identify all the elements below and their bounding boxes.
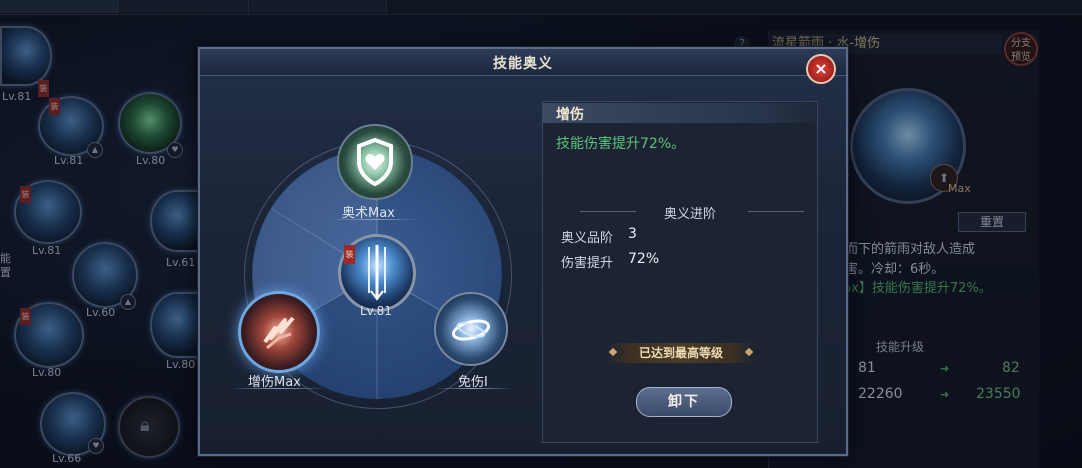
advance-title: 奥义进阶 <box>663 207 716 222</box>
skill-label: 增伤Max <box>248 375 301 390</box>
diamond-icon <box>608 347 618 357</box>
stat-key: 奥义品阶 <box>561 231 614 246</box>
skill-level-label: Lv.81 <box>360 304 392 318</box>
diamond-icon <box>744 347 754 357</box>
equipped-tag: 装 <box>344 245 355 264</box>
detail-title: 增伤 <box>556 107 584 123</box>
max-level-banner: 已达到最高等级 <box>606 343 756 363</box>
skill-slot-defense[interactable] <box>434 292 508 366</box>
detail-description: 技能伤害提升72%。 <box>556 136 686 152</box>
modal-title: 技能奥义 <box>493 56 553 72</box>
skill-mastery-modal: 技能奥义 × 奥术Max 装 Lv.81 增伤Max 免伤I 增伤 技能伤害提升… <box>198 47 848 456</box>
stat-key: 伤害提升 <box>561 256 614 271</box>
divider <box>748 211 804 212</box>
max-level-text: 已达到最高等级 <box>638 346 723 360</box>
skill-label: 奥术Max <box>342 206 395 221</box>
skill-slot-damage[interactable] <box>238 291 320 373</box>
stat-value: 72% <box>628 251 660 267</box>
skill-slot-arcane[interactable] <box>337 124 413 200</box>
skill-label: 免伤I <box>458 375 488 390</box>
claw-slash-icon <box>263 316 295 350</box>
unequip-button[interactable]: 卸下 <box>636 387 732 417</box>
shield-heart-icon <box>357 137 393 187</box>
stat-value: 3 <box>628 226 637 242</box>
close-button[interactable]: × <box>806 54 836 84</box>
orbit-swirl-icon <box>451 319 491 341</box>
